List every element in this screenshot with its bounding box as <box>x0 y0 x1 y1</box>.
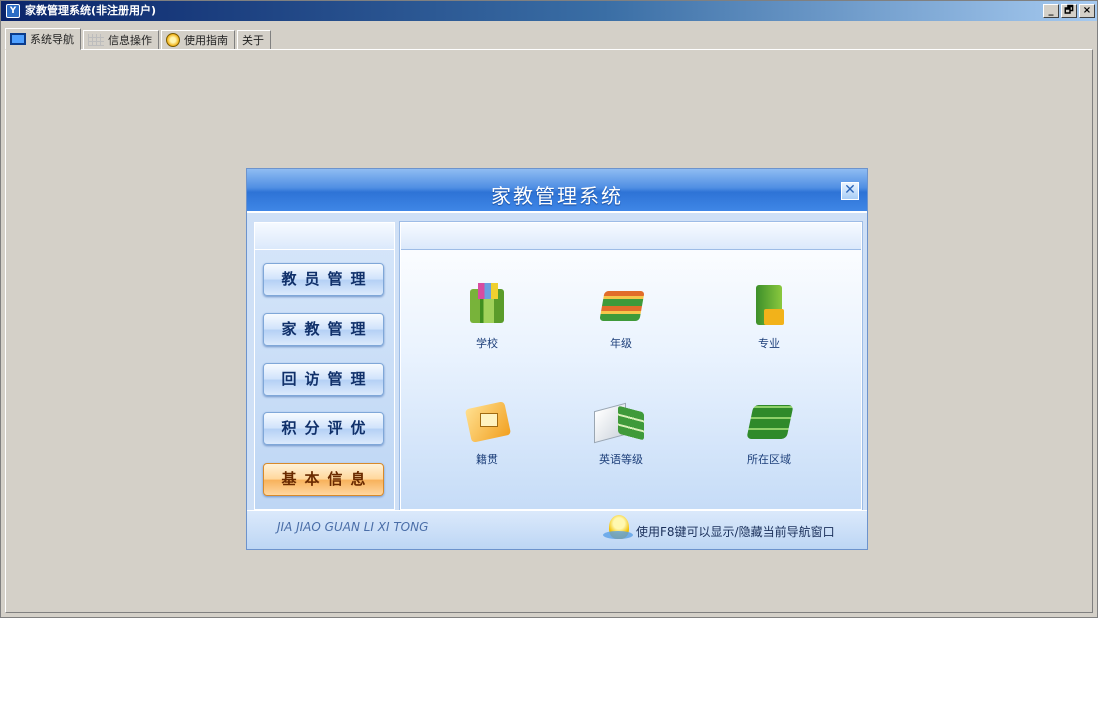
window-controls: _ 🗗 × <box>1043 4 1095 18</box>
books-region-icon <box>748 399 790 445</box>
nav-item-label: 所在区域 <box>747 453 791 466</box>
grid-icon <box>88 34 104 46</box>
menu-tutoring-management[interactable]: 家教管理 <box>263 313 384 346</box>
books-major-icon <box>748 283 790 329</box>
tab-about[interactable]: 关于 <box>237 30 271 50</box>
window-title: 家教管理系统(非注册用户) <box>25 4 157 17</box>
nav-menu-panel: 教员管理 家教管理 回访管理 积分评优 基本信息 <box>254 222 395 510</box>
lightbulb-icon <box>603 515 633 539</box>
nav-item-major[interactable]: 专业 <box>724 283 814 351</box>
nav-content-panel: 学校 年级 专业 籍贯 英语等级 所在区域 <box>399 221 863 511</box>
menu-revisit-management[interactable]: 回访管理 <box>263 363 384 396</box>
nav-header[interactable]: 家教管理系统 ✕ <box>247 169 867 213</box>
tab-info-operation[interactable]: 信息操作 <box>83 30 159 50</box>
menu-teacher-management[interactable]: 教员管理 <box>263 263 384 296</box>
nav-window: 家教管理系统 ✕ 教员管理 家教管理 回访管理 积分评优 基本信息 学校 年级 … <box>246 168 868 550</box>
tab-label: 关于 <box>242 34 264 47</box>
nav-item-school[interactable]: 学校 <box>442 283 532 351</box>
nav-item-label: 籍贯 <box>476 453 498 466</box>
nav-title: 家教管理系统 <box>491 184 623 208</box>
menu-basic-info[interactable]: 基本信息 <box>263 463 384 496</box>
nav-item-region[interactable]: 所在区域 <box>724 399 814 467</box>
tab-system-nav[interactable]: 系统导航 <box>5 28 81 50</box>
book-english-icon <box>600 399 642 445</box>
nav-item-label: 学校 <box>476 337 498 350</box>
nav-item-english-level[interactable]: 英语等级 <box>576 399 666 467</box>
close-button[interactable]: × <box>1079 4 1095 18</box>
content-panel-header <box>401 223 861 250</box>
footer-tip: 使用F8键可以显示/隐藏当前导航窗口 <box>636 525 835 539</box>
app-icon: Y <box>6 4 20 18</box>
tab-label: 系统导航 <box>30 33 74 46</box>
monitor-icon <box>10 33 26 45</box>
nav-close-button[interactable]: ✕ <box>841 182 859 200</box>
books-grade-icon <box>600 283 642 329</box>
minimize-button[interactable]: _ <box>1043 4 1059 18</box>
guide-icon <box>166 33 180 47</box>
tab-label: 使用指南 <box>184 34 228 47</box>
nav-item-label: 专业 <box>758 337 780 350</box>
nav-item-origin[interactable]: 籍贯 <box>442 399 532 467</box>
restore-button[interactable]: 🗗 <box>1061 4 1077 18</box>
tab-user-guide[interactable]: 使用指南 <box>161 30 235 50</box>
nav-item-label: 英语等级 <box>599 453 643 466</box>
books-school-icon <box>466 283 508 329</box>
tab-strip: 系统导航 信息操作 使用指南 关于 <box>5 28 273 50</box>
nav-item-grade[interactable]: 年级 <box>576 283 666 351</box>
nav-footer: JIA JIAO GUAN LI XI TONG 使用F8键可以显示/隐藏当前导… <box>247 510 867 549</box>
title-bar[interactable]: Y 家教管理系统(非注册用户) _ 🗗 × <box>1 1 1097 21</box>
footer-brand: JIA JIAO GUAN LI XI TONG <box>277 520 429 534</box>
nav-item-label: 年级 <box>610 337 632 350</box>
tab-label: 信息操作 <box>108 34 152 47</box>
folder-origin-icon <box>466 399 508 445</box>
menu-panel-header <box>255 223 394 250</box>
menu-points-evaluation[interactable]: 积分评优 <box>263 412 384 445</box>
